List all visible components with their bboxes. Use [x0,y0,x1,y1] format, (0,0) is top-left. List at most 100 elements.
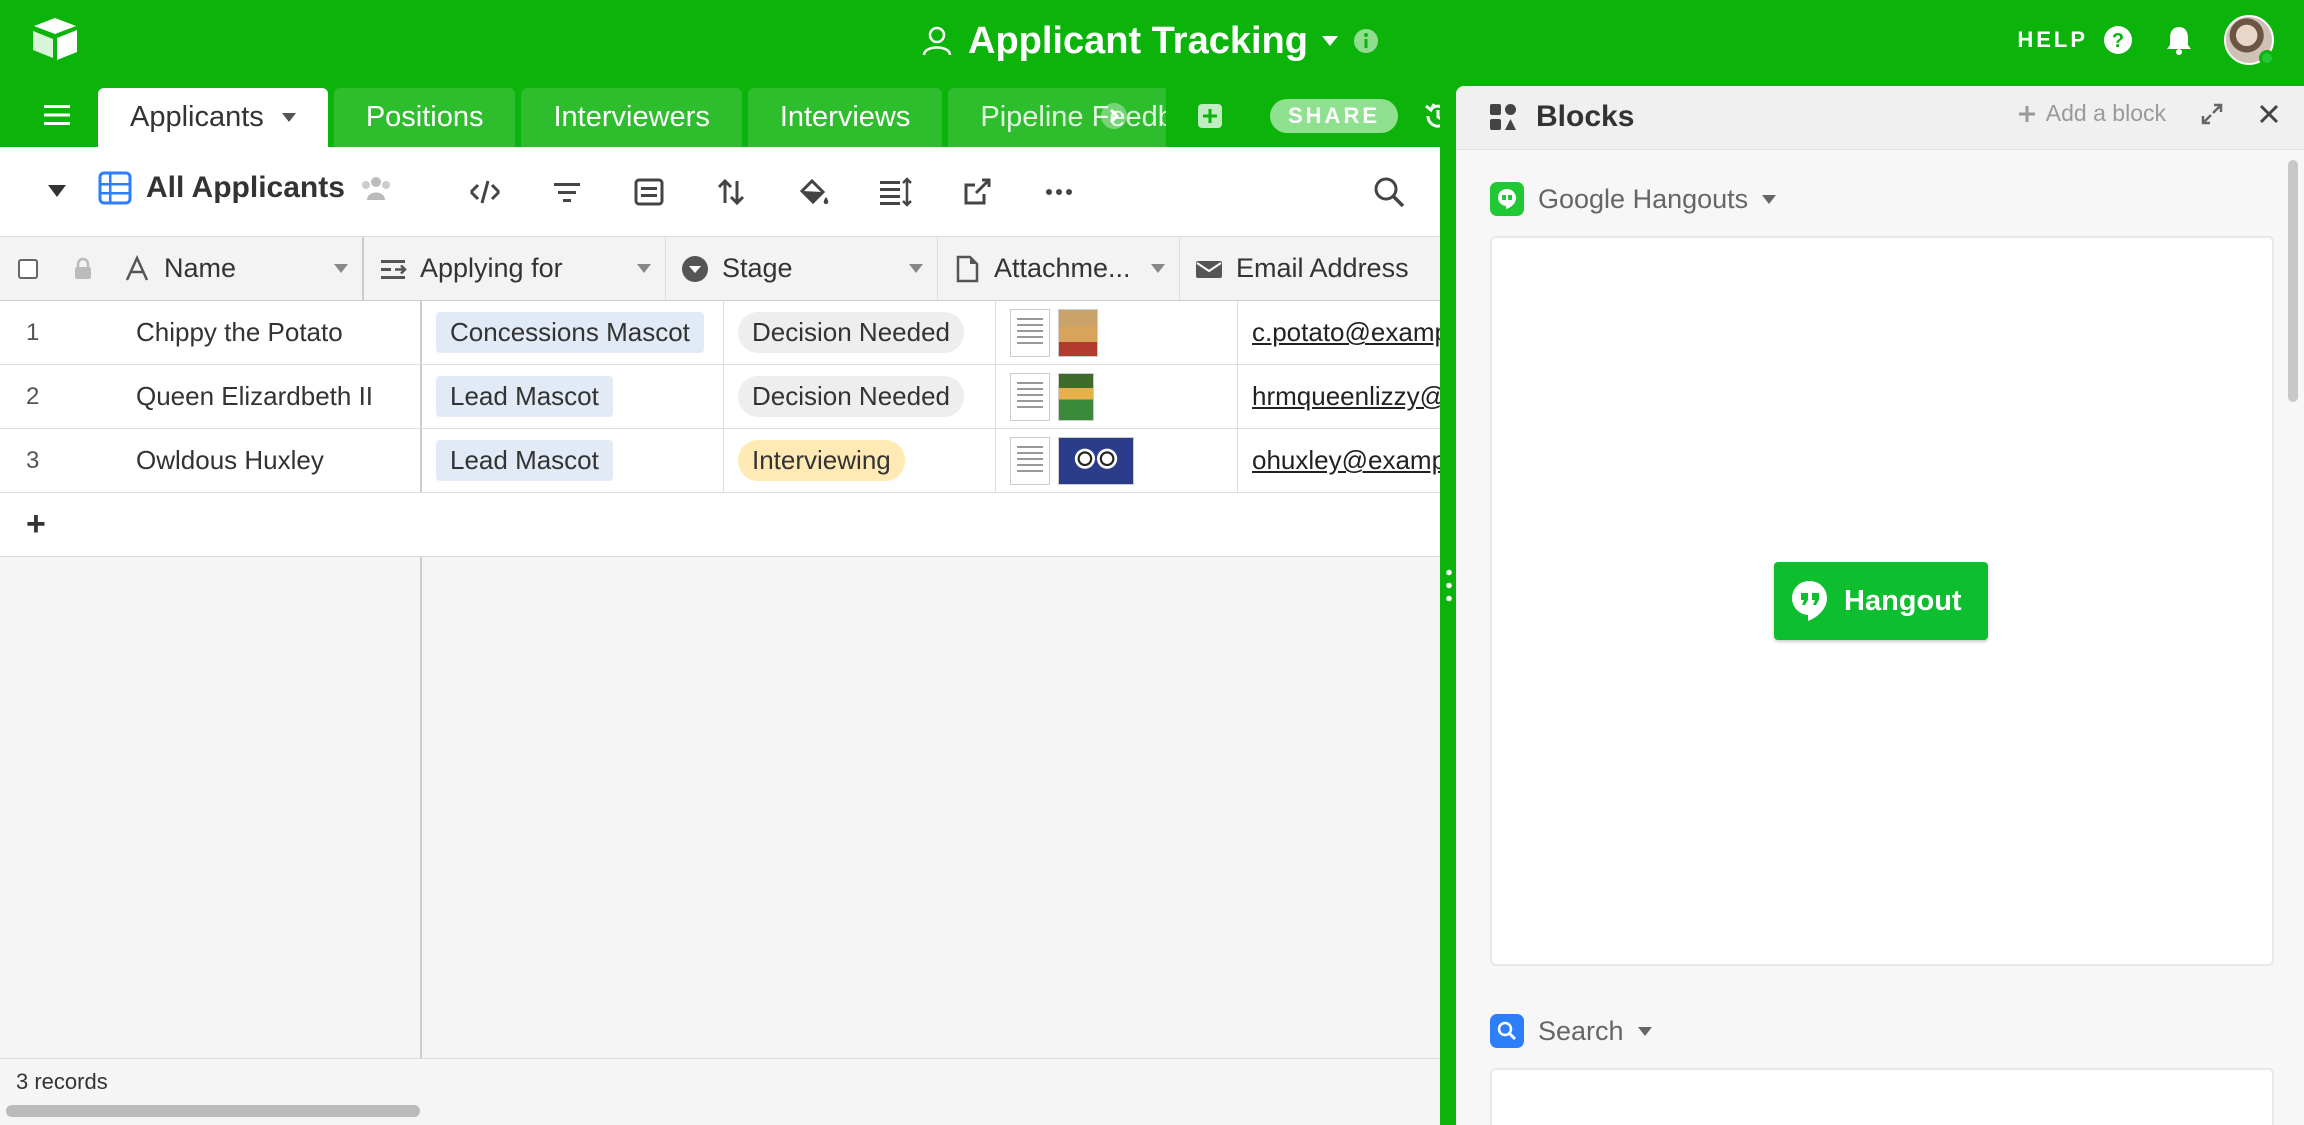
search-block [1490,1068,2274,1125]
attachments-cell[interactable] [996,365,1238,428]
column-header-applying-for[interactable]: Applying for [364,237,666,300]
column-header-label: Name [164,253,237,283]
more-options-icon[interactable] [1040,173,1078,211]
select-all-checkbox[interactable] [18,258,38,279]
filter-icon[interactable] [548,173,586,211]
email-icon [1196,260,1222,278]
stage-cell[interactable]: Decision Needed [724,301,996,364]
grid-view-main: All Applicants Name Applying for Stage A… [0,147,1440,1125]
attachments-cell[interactable] [996,301,1238,364]
add-record-button[interactable]: + [26,505,46,544]
row-number: 2 [26,382,40,410]
hangout-button[interactable]: Hangout [1774,562,1988,640]
stage-chip: Decision Needed [738,376,965,417]
email-link[interactable]: hrmqueenlizzy@example.com [1252,381,1440,412]
column-menu-caret-icon[interactable] [1151,264,1165,273]
block-name: Google Hangouts [1538,183,1749,214]
view-switcher[interactable]: All Applicants [98,171,393,205]
column-header-email[interactable]: Email Address [1180,237,1440,300]
horizontal-scrollbar[interactable] [6,1105,420,1117]
add-record-row[interactable]: + [0,493,1440,557]
applicant-name: Chippy the Potato [136,317,343,347]
column-header-name[interactable]: Name [122,237,364,300]
stage-cell[interactable]: Decision Needed [724,365,996,428]
help-link[interactable]: HELP [2017,27,2088,53]
attachments-cell[interactable] [996,429,1238,492]
help-question-icon[interactable]: ? [2102,24,2134,56]
email-link[interactable]: ohuxley@example.com [1252,445,1440,476]
search-block-header[interactable]: Search [1490,1014,1652,1048]
photo-thumbnail[interactable] [1058,308,1098,357]
email-link[interactable]: c.potato@example.com [1252,317,1440,348]
resume-thumbnail[interactable] [1010,372,1050,421]
photo-thumbnail[interactable] [1058,436,1134,485]
add-block-label: Add a block [2045,100,2166,126]
linked-record-chip[interactable]: Lead Mascot [436,376,613,417]
share-view-icon[interactable] [958,173,996,211]
blocks-title: Blocks [1536,100,1635,133]
tab-menu-caret-icon[interactable] [281,113,296,122]
hide-fields-icon[interactable] [466,173,504,211]
block-menu-caret-icon[interactable] [1762,194,1777,204]
tab-positions[interactable]: Positions [333,88,516,147]
applying-for-cell[interactable]: Concessions Mascot [422,301,724,364]
grid-body: Name Applying for Stage Attachme... Emai… [0,237,1440,1125]
table-row[interactable]: 3 Owldous Huxley Lead Mascot Interviewin… [0,429,1440,493]
info-icon[interactable] [1352,27,1380,55]
email-cell[interactable]: c.potato@example.com [1238,301,1440,364]
table-row[interactable]: 1 Chippy the Potato Concessions Mascot D… [0,301,1440,365]
applying-for-cell[interactable]: Lead Mascot [422,365,724,428]
photo-thumbnail[interactable] [1058,372,1094,421]
tab-interviews[interactable]: Interviews [747,88,943,147]
name-cell[interactable]: Owldous Huxley [122,429,422,492]
block-name: Search [1538,1015,1624,1046]
hamburger-menu-icon[interactable] [42,102,72,128]
view-name[interactable]: All Applicants [146,171,345,205]
email-cell[interactable]: ohuxley@example.com [1238,429,1440,492]
linked-record-chip[interactable]: Concessions Mascot [436,312,704,353]
column-menu-caret-icon[interactable] [334,264,348,273]
resize-handle-icon[interactable] [1446,566,1452,606]
google-hangouts-block-header[interactable]: Google Hangouts [1490,182,1777,216]
column-menu-caret-icon[interactable] [909,264,923,273]
resume-thumbnail[interactable] [1010,308,1050,357]
base-title[interactable]: Applicant Tracking [968,20,1308,63]
vertical-scrollbar[interactable] [2288,160,2298,402]
stage-cell[interactable]: Interviewing [724,429,996,492]
tab-bar-tools: SHARE [1100,96,1454,136]
expand-icon[interactable] [2200,102,2224,126]
tab-applicants[interactable]: Applicants [98,88,328,147]
search-icon[interactable] [1370,173,1408,211]
column-header-attachments[interactable]: Attachme... [938,237,1180,300]
user-avatar[interactable] [2224,15,2275,66]
hangout-button-label: Hangout [1844,584,1962,617]
scroll-tabs-right-icon[interactable] [1100,102,1128,130]
name-cell[interactable]: Chippy the Potato [122,301,422,364]
name-cell[interactable]: Queen Elizardbeth II [122,365,422,428]
view-toolbar [466,173,1078,211]
base-menu-caret-icon[interactable] [1321,36,1338,46]
resume-thumbnail[interactable] [1010,436,1050,485]
applying-for-cell[interactable]: Lead Mascot [422,429,724,492]
column-header-stage[interactable]: Stage [666,237,938,300]
linked-record-chip[interactable]: Lead Mascot [436,440,613,481]
table-row[interactable]: 2 Queen Elizardbeth II Lead Mascot Decis… [0,365,1440,429]
row-height-icon[interactable] [876,173,914,211]
add-table-icon[interactable] [1196,102,1224,130]
column-menu-caret-icon[interactable] [637,264,651,273]
tab-interviewers[interactable]: Interviewers [521,88,742,147]
notifications-bell-icon[interactable] [2164,24,2194,56]
tab-label: Interviews [779,101,911,133]
color-icon[interactable] [794,173,832,211]
sort-icon[interactable] [712,173,750,211]
table-tabs: Applicants Positions Interviewers Interv… [98,88,1166,147]
email-cell[interactable]: hrmqueenlizzy@example.com [1238,365,1440,428]
airtable-logo-icon[interactable] [30,14,80,64]
share-button[interactable]: SHARE [1270,99,1399,133]
view-list-toggle-icon[interactable] [48,185,66,197]
group-icon[interactable] [630,173,668,211]
close-icon[interactable] [2258,103,2280,125]
base-title-area[interactable]: Applicant Tracking [920,16,1380,66]
block-menu-caret-icon[interactable] [1637,1026,1652,1036]
add-block-button[interactable]: Add a block [2018,100,2166,127]
